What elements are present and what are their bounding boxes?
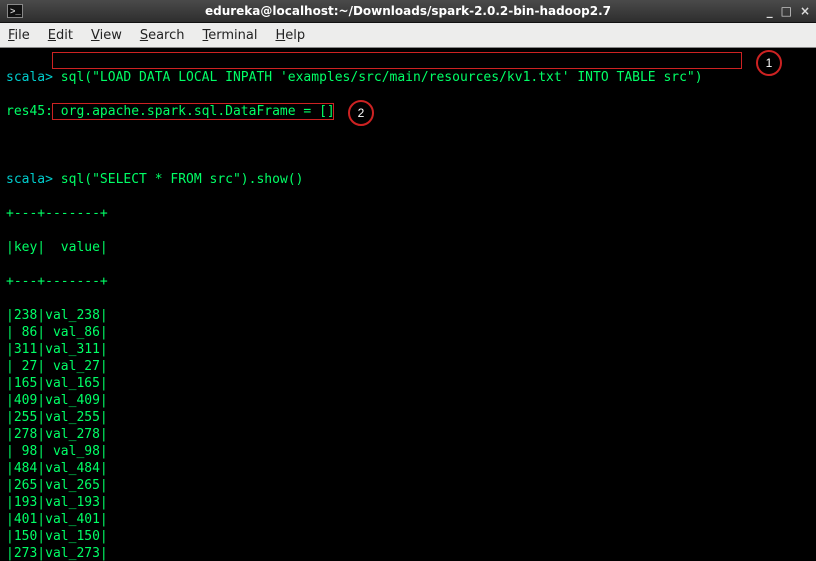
highlight-box-1 bbox=[52, 52, 742, 69]
menu-help[interactable]: Help bbox=[275, 28, 305, 43]
menu-file[interactable]: File bbox=[8, 28, 30, 43]
table-header: |key| value| bbox=[6, 239, 810, 256]
maximize-button[interactable]: □ bbox=[781, 4, 792, 18]
menu-search[interactable]: Search bbox=[140, 28, 185, 43]
table-row: |401|val_401| bbox=[6, 511, 810, 528]
close-button[interactable]: × bbox=[800, 4, 810, 18]
table-row: |238|val_238| bbox=[6, 307, 810, 324]
table-row: |265|val_265| bbox=[6, 477, 810, 494]
table-row: |273|val_273| bbox=[6, 545, 810, 561]
menu-view[interactable]: View bbox=[91, 28, 122, 43]
table-border: +---+-------+ bbox=[6, 205, 810, 222]
result-line: res45: org.apache.spark.sql.DataFrame = … bbox=[6, 103, 810, 120]
table-row: |165|val_165| bbox=[6, 375, 810, 392]
scala-prompt: scala> bbox=[6, 172, 53, 187]
table-row: |150|val_150| bbox=[6, 528, 810, 545]
table-row: |193|val_193| bbox=[6, 494, 810, 511]
table-row: |255|val_255| bbox=[6, 409, 810, 426]
scala-prompt: scala> bbox=[6, 70, 53, 85]
table-row: | 27| val_27| bbox=[6, 358, 810, 375]
table-row: |409|val_409| bbox=[6, 392, 810, 409]
window-controls: _ □ × bbox=[767, 4, 816, 18]
menu-edit[interactable]: Edit bbox=[48, 28, 73, 43]
svg-text:>_: >_ bbox=[10, 7, 21, 17]
menu-bar: File Edit View Search Terminal Help bbox=[0, 23, 816, 48]
terminal-body[interactable]: scala> sql("LOAD DATA LOCAL INPATH 'exam… bbox=[0, 48, 816, 561]
minimize-button[interactable]: _ bbox=[767, 4, 773, 18]
terminal-app-icon: >_ bbox=[6, 3, 24, 19]
table-row: | 98| val_98| bbox=[6, 443, 810, 460]
table-row: |311|val_311| bbox=[6, 341, 810, 358]
table-border: +---+-------+ bbox=[6, 273, 810, 290]
table-row: |278|val_278| bbox=[6, 426, 810, 443]
cmd-select-show: sql("SELECT * FROM src").show() bbox=[53, 172, 303, 187]
cmd-load-data: sql("LOAD DATA LOCAL INPATH 'examples/sr… bbox=[53, 70, 703, 85]
table-row: |484|val_484| bbox=[6, 460, 810, 477]
window-title: edureka@localhost:~/Downloads/spark-2.0.… bbox=[0, 4, 816, 18]
menu-terminal[interactable]: Terminal bbox=[203, 28, 258, 43]
window-title-bar: >_ edureka@localhost:~/Downloads/spark-2… bbox=[0, 0, 816, 23]
table-row: | 86| val_86| bbox=[6, 324, 810, 341]
